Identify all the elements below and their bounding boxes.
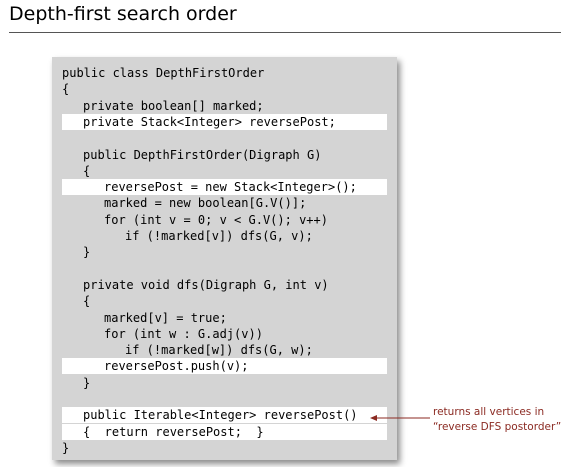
code-text: reversePost = new Stack<Integer>(); xyxy=(104,180,357,195)
annotation-text: returns all vertices in “reverse DFS pos… xyxy=(433,405,561,435)
code-text: for (int v = 0; v < G.V(); v++) xyxy=(104,212,328,227)
code-text: } xyxy=(83,245,91,260)
slide-title: Depth-first search order xyxy=(9,3,237,25)
code-line: marked[v] = true; xyxy=(52,310,397,326)
code-line: if (!marked[v]) dfs(G, v); xyxy=(52,228,397,244)
code-line: { xyxy=(52,81,397,97)
code-text: { xyxy=(83,294,91,309)
code-line-highlighted: reversePost = new Stack<Integer>(); xyxy=(52,179,397,196)
code-text: if (!marked[v]) dfs(G, v); xyxy=(125,229,313,243)
code-line-highlighted: private Stack<Integer> reversePost; xyxy=(52,113,397,130)
code-line: if (!marked[w]) dfs(G, w); xyxy=(52,342,397,358)
code-line: } xyxy=(52,440,397,456)
code-line: for (int v = 0; v < G.V(); v++) xyxy=(52,212,397,228)
code-text: private boolean[] marked; xyxy=(83,98,264,113)
code-text: marked = new boolean[G.V()]; xyxy=(104,196,307,211)
code-text: reversePost.push(v); xyxy=(104,359,249,374)
code-text: public Iterable<Integer> reversePost() xyxy=(83,408,358,423)
code-line: for (int w : G.adj(v)) xyxy=(52,326,397,342)
left-arrow-icon xyxy=(370,415,430,421)
code-line: private boolean[] marked; xyxy=(52,98,397,114)
code-line: private void dfs(Digraph G, int v) xyxy=(52,277,397,293)
annotation-line-2: “reverse DFS postorder” xyxy=(433,421,561,433)
code-line-highlighted: reversePost.push(v); xyxy=(52,358,397,375)
code-text: public DepthFirstOrder(Digraph G) xyxy=(83,147,322,162)
code-text: } xyxy=(83,375,91,390)
code-line: public class DepthFirstOrder xyxy=(52,65,397,81)
code-panel: public class DepthFirstOrder { private boo… xyxy=(52,57,397,460)
code-line: } xyxy=(52,244,397,260)
code-text: { xyxy=(62,82,70,97)
code-line: { xyxy=(52,163,397,179)
code-line-highlighted: public Iterable<Integer> reversePost() xyxy=(52,407,397,424)
code-text: private void dfs(Digraph G, int v) xyxy=(83,277,329,292)
code-text: for (int w : G.adj(v)) xyxy=(104,326,263,341)
title-divider xyxy=(9,32,561,33)
code-line: marked = new boolean[G.V()]; xyxy=(52,195,397,211)
annotation-line-1: returns all vertices in xyxy=(433,406,545,418)
code-text: if (!marked[w]) dfs(G, w); xyxy=(125,343,313,358)
code-line: { xyxy=(52,293,397,309)
code-line: public DepthFirstOrder(Digraph G) xyxy=(52,147,397,163)
code-text: } xyxy=(62,440,70,455)
code-line-highlighted: { return reversePost; } xyxy=(52,423,397,440)
code-text: private Stack<Integer> reversePost; xyxy=(83,114,336,129)
code-text: { return reversePost; } xyxy=(83,424,264,439)
code-line: } xyxy=(52,375,397,391)
code-text: marked[v] = true; xyxy=(104,310,227,325)
code-text: public class DepthFirstOrder xyxy=(62,66,265,80)
code-text: { xyxy=(83,163,91,178)
